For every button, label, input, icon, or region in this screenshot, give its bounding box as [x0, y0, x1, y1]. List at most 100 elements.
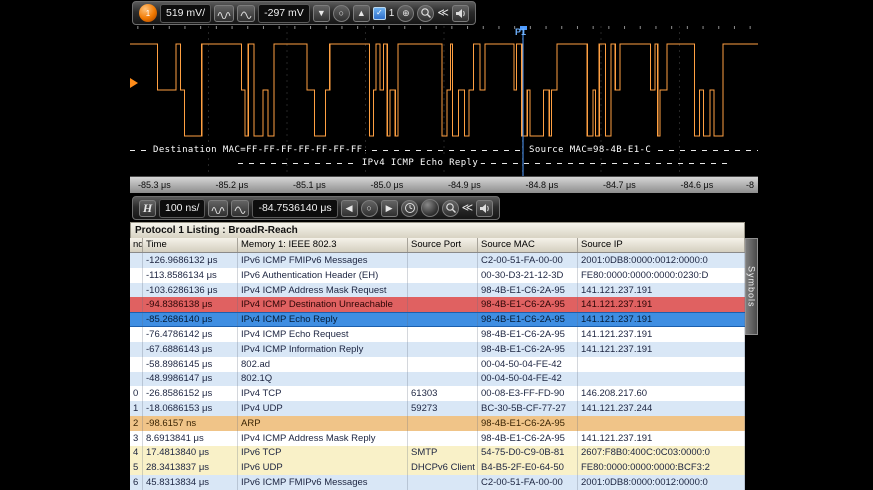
cell-source-ip	[578, 415, 745, 431]
horizontal-offset-field[interactable]: -84.7536140 μs	[252, 198, 338, 218]
column-header-source-port: Source Port	[408, 238, 478, 252]
offset-zero-button[interactable]: ○	[332, 4, 350, 22]
table-row[interactable]: 6 45.8313834 μs IPv6 ICMP FMIPv6 Messages C…	[130, 475, 745, 490]
cell-protocol: IPv4 ICMP Destination Unreachable	[238, 297, 408, 313]
cell-source-ip: 141.121.237.191	[578, 430, 745, 446]
waveform-coarse-button[interactable]	[214, 4, 235, 22]
offset-down-button[interactable]: ▼	[312, 4, 330, 22]
table-row[interactable]: -58.8986145 μs 802.ad 00-04-50-04-FE-42	[130, 356, 745, 372]
cell-source-ip: FE80:0000:0000:0000:0230:D	[578, 267, 745, 283]
cell-time: 28.3413837 μs	[143, 460, 238, 476]
table-row[interactable]: -67.6886143 μs IPv4 ICMP Information Repl…	[130, 341, 745, 357]
cell-source-ip: 141.121.237.244	[578, 401, 745, 416]
time-tick: -85.2 μs	[215, 180, 249, 190]
cell-protocol: 802.1Q	[238, 371, 408, 387]
table-row[interactable]: 1 -18.0686153 μs IPv4 UDP 59273 BC-30-5B-CF-…	[130, 401, 745, 416]
table-row[interactable]: -76.4786142 μs IPv4 ICMP Echo Request 98-4…	[130, 327, 745, 342]
cell-protocol: IPv4 ICMP Echo Reply	[238, 313, 408, 327]
magnifier-icon[interactable]	[417, 4, 435, 22]
waveform-fine-button[interactable]	[237, 4, 256, 22]
collapse-chevrons-icon[interactable]: ≪	[437, 7, 449, 19]
collapse-chevrons-icon[interactable]: ≪	[462, 202, 474, 214]
symbols-side-tab[interactable]: Symbols	[745, 238, 758, 335]
table-body: -126.9686132 μs IPv6 ICMP FMIPv6 Messages…	[130, 253, 745, 490]
horizontal-toolbar: H 100 ns/ -84.7536140 μs ◀ ○ ▶ ≪	[132, 196, 501, 220]
column-header-source-ip: Source IP	[578, 238, 745, 252]
pan-left-button[interactable]: ◀	[340, 199, 358, 217]
vertical-offset-field[interactable]: -297 mV	[258, 3, 310, 23]
cell-source-mac: 98-4B-E1-C6-2A-95	[478, 327, 578, 342]
speaker-icon[interactable]	[476, 199, 494, 217]
cell-source-port	[408, 327, 478, 342]
cell-time: -58.8986145 μs	[143, 356, 238, 372]
cell-source-mac: 98-4B-E1-C6-2A-95	[478, 415, 578, 431]
offset-up-button[interactable]: ▲	[352, 4, 370, 22]
time-tick: -84.7 μs	[603, 180, 636, 190]
cursor-p1-label[interactable]: P1	[515, 27, 526, 37]
cell-source-port: SMTP	[408, 445, 478, 461]
cell-source-mac: C2-00-51-FA-00-00	[478, 253, 578, 268]
cell-source-mac: 98-4B-E1-C6-2A-95	[478, 430, 578, 446]
cell-index: 2	[130, 415, 143, 431]
decode-annotation-mac: Destination MAC=FF-FF-FF-FF-FF-FF-FF Sou…	[130, 145, 758, 157]
vertical-scale-field[interactable]: 519 mV/	[160, 3, 212, 23]
trigger-level-marker-icon[interactable]	[130, 78, 138, 88]
cell-source-port: 61303	[408, 386, 478, 402]
cell-protocol: IPv4 ICMP Address Mask Request	[238, 282, 408, 298]
trace-enable-checkbox[interactable]: ✓	[372, 6, 386, 20]
cell-time: -94.8386138 μs	[143, 297, 238, 313]
table-row[interactable]: 2 -98.6157 ns ARP 98-4B-E1-C6-2A-95	[130, 415, 745, 431]
cell-source-mac: 98-4B-E1-C6-2A-95	[478, 313, 578, 327]
time-tick: -84.8 μs	[525, 180, 559, 190]
cell-source-mac: 98-4B-E1-C6-2A-95	[478, 297, 578, 313]
cell-source-port: 59273	[408, 401, 478, 416]
cell-time: 8.6913841 μs	[143, 430, 238, 446]
cell-index: 1	[130, 401, 143, 416]
cell-time: -76.4786142 μs	[143, 327, 238, 342]
table-row[interactable]: -85.2686140 μs IPv4 ICMP Echo Reply 98-4B-…	[130, 312, 745, 328]
trace-enable-label: 1	[388, 7, 395, 19]
table-row[interactable]: -103.6286136 μs IPv4 ICMP Address Mask Re…	[130, 282, 745, 298]
cell-source-mac: 98-4B-E1-C6-2A-95	[478, 341, 578, 357]
cell-time: 45.8313834 μs	[143, 475, 238, 490]
time-tick: -8	[746, 180, 755, 190]
cell-index: 4	[130, 445, 143, 461]
cell-time: -103.6286136 μs	[143, 282, 238, 298]
table-row[interactable]: 0 -26.8586152 μs IPv4 TCP 61303 00-08-E3-FF-…	[130, 386, 745, 402]
timebase-field[interactable]: 100 ns/	[159, 198, 206, 218]
waveform-coarse-button[interactable]	[208, 199, 229, 217]
source-mac-annotation: Source MAC=98-4B-E1-C	[526, 145, 655, 155]
table-row[interactable]: -113.8586134 μs IPv6 Authentication Heade…	[130, 267, 745, 283]
column-header-protocol: Memory 1: IEEE 802.3	[238, 238, 408, 252]
waveform-fine-button[interactable]	[231, 199, 250, 217]
cell-index	[130, 282, 143, 298]
cell-source-ip: 2607:F8B0:400C:0C03:0000:0	[578, 445, 745, 461]
table-row[interactable]: 3 8.6913841 μs IPv4 ICMP Address Mask Repl…	[130, 430, 745, 446]
horizontal-descriptor-button[interactable]: H	[139, 199, 156, 217]
magnifier-icon[interactable]	[441, 199, 459, 217]
pan-right-button[interactable]: ▶	[380, 199, 398, 217]
table-row[interactable]: 4 17.4813840 μs IPv6 TCP SMTP 54-75-D0-C9-0B…	[130, 445, 745, 461]
table-row[interactable]: -94.8386138 μs IPv4 ICMP Destination Unre…	[130, 297, 745, 313]
waveform-display[interactable]: P1 Destination MAC=FF-FF-FF-FF-FF-FF-FF …	[130, 26, 758, 176]
protocol-listing-title: Protocol 1 Listing : BroadR-Reach	[130, 222, 745, 238]
double-sine-icon	[217, 11, 231, 19]
cell-source-port	[408, 341, 478, 357]
cell-source-mac: 00-04-50-04-FE-42	[478, 371, 578, 387]
speaker-icon[interactable]	[451, 4, 469, 22]
cell-time: 17.4813840 μs	[143, 445, 238, 461]
table-row[interactable]: 5 28.3413837 μs IPv6 UDP DHCPv6 Client B4-B5…	[130, 460, 745, 476]
trace-descriptor-button[interactable]: 1	[139, 4, 157, 22]
pan-zero-button[interactable]: ○	[360, 199, 378, 217]
clock-icon[interactable]	[400, 199, 418, 217]
table-row[interactable]: -126.9686132 μs IPv6 ICMP FMIPv6 Messages…	[130, 253, 745, 268]
sine-icon	[240, 11, 252, 19]
protocol-annotation: IPv4 ICMP Echo Reply	[358, 158, 482, 168]
cell-index	[130, 253, 143, 268]
cell-index	[130, 327, 143, 342]
table-row[interactable]: -48.9986147 μs 802.1Q 00-04-50-04-FE-42	[130, 371, 745, 387]
trackball-icon[interactable]	[420, 199, 439, 217]
zoom-in-icon[interactable]: ⊕	[397, 4, 415, 22]
cell-index	[130, 356, 143, 372]
cell-source-port	[408, 253, 478, 268]
